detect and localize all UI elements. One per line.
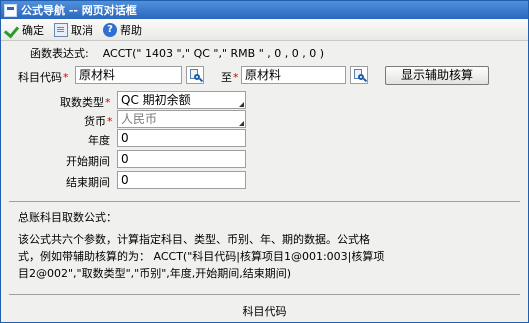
help-icon: ? — [103, 22, 117, 37]
end-period-label: 结束期间 — [66, 176, 110, 189]
help-button[interactable]: ? 帮助 — [103, 22, 142, 38]
start-period-label: 开始期间 — [66, 155, 110, 168]
window-title: 公式导航 -- 网页对话框 — [21, 4, 137, 17]
formula-row: 函数表达式: ACCT(" 1403 "," QC "," RMB " , 0 … — [30, 45, 324, 61]
description-line-3: 目2@002","取数类型","币别",年度,开始期间,结束期间) — [18, 267, 292, 280]
description-title: 总账科目取数公式： — [18, 211, 117, 224]
end-period-input[interactable]: 0 — [117, 171, 246, 189]
toolbar: 确定 取消 ? 帮助 — [1, 19, 528, 41]
divider — [9, 294, 520, 295]
title-bar[interactable]: 公式导航 -- 网页对话框 — [1, 1, 528, 19]
ok-button[interactable]: 确定 — [5, 22, 44, 38]
show-aux-accounting-button[interactable]: 显示辅助核算 — [385, 66, 489, 85]
start-period-input[interactable]: 0 — [117, 150, 246, 168]
formula-label: 函数表达式: — [30, 47, 89, 60]
account-from-input[interactable]: 原材料 — [75, 66, 182, 84]
year-input[interactable]: 0 — [117, 129, 246, 147]
account-label: 科目代码 * — [18, 70, 69, 85]
account-to-input[interactable]: 原材料 — [241, 66, 346, 84]
currency-select[interactable]: 人民币 — [117, 110, 246, 128]
formula-expression: ACCT(" 1403 "," QC "," RMB " , 0 , 0 , 0… — [102, 46, 325, 60]
account-to-lookup-button[interactable] — [350, 66, 368, 84]
currency-label: 货币 * — [84, 114, 113, 129]
help-label: 帮助 — [120, 23, 142, 37]
account-from-lookup-button[interactable] — [186, 66, 204, 84]
fetch-type-select[interactable]: QC 期初余额 — [117, 91, 246, 109]
check-icon — [5, 23, 19, 37]
cancel-label: 取消 — [71, 23, 93, 37]
fetch-type-label: 取数类型 * — [60, 95, 111, 110]
divider — [9, 201, 520, 202]
footer-field-label: 科目代码 — [242, 305, 287, 318]
dialog-window: 公式导航 -- 网页对话框 确定 取消 ? 帮助 函数表达式: ACCT(" 1… — [0, 0, 529, 323]
to-label: 至 * — [221, 70, 239, 85]
window-icon — [4, 3, 17, 17]
cancel-button[interactable]: 取消 — [54, 22, 93, 38]
ok-label: 确定 — [22, 23, 44, 37]
year-label: 年度 — [88, 134, 110, 147]
cancel-icon — [54, 22, 68, 37]
